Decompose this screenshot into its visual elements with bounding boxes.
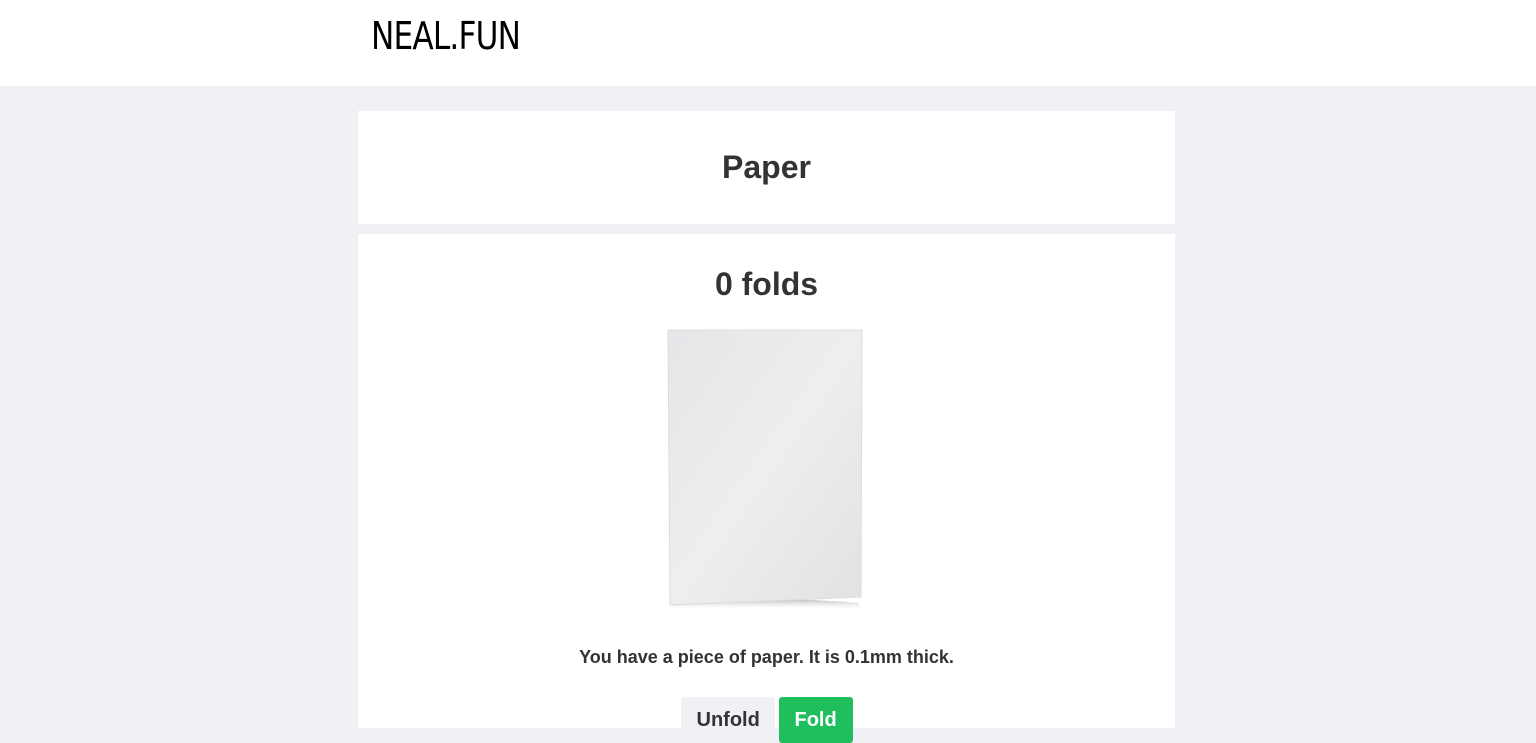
site-logo[interactable]: NEAL.FUN — [371, 14, 521, 58]
unfold-button[interactable]: Unfold — [680, 697, 775, 743]
title-card: Paper — [358, 111, 1175, 224]
paper-image — [667, 329, 863, 611]
paper-sheet-icon — [667, 329, 863, 610]
fold-controls: Unfold Fold — [358, 697, 1175, 743]
page-title: Paper — [722, 149, 811, 185]
main-card: 0 folds You have a piece of paper. It is… — [358, 234, 1175, 743]
fold-button[interactable]: Fold — [778, 697, 853, 743]
site-header: NEAL.FUN — [0, 0, 1536, 86]
fold-count: 0 folds — [714, 266, 819, 302]
paper-description: You have a piece of paper. It is 0.1mm t… — [579, 647, 954, 667]
